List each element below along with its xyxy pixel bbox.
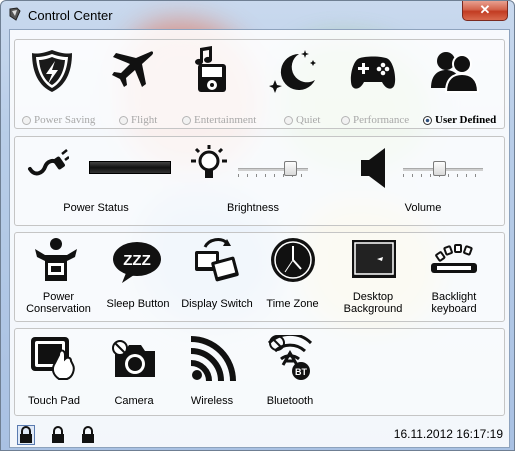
radio-power-saving[interactable]: Power Saving <box>22 114 95 126</box>
volume-label: Volume <box>404 202 442 214</box>
slider-ticks <box>238 174 308 177</box>
music-player-icon[interactable] <box>186 46 236 92</box>
tool-label: Desktop Background <box>343 291 403 315</box>
slider-thumb[interactable] <box>433 161 446 176</box>
device-label: Touch Pad <box>28 395 80 407</box>
radio-label: User Defined <box>435 114 497 126</box>
window-title: Control Center <box>28 8 113 23</box>
radio-performance[interactable]: Performance <box>341 114 409 126</box>
num-lock-icon <box>52 426 64 443</box>
radio-label: Performance <box>353 114 410 126</box>
gamepad-icon[interactable] <box>348 50 398 96</box>
users-icon[interactable] <box>429 48 479 94</box>
control-center-app-icon <box>9 7 21 21</box>
sleep-zzz-icon[interactable]: ZZZ <box>112 239 162 285</box>
moon-stars-icon[interactable] <box>269 48 319 94</box>
power-conservation-icon[interactable] <box>31 237 81 283</box>
power-status-bar <box>89 161 171 174</box>
desktop-background-icon[interactable] <box>349 237 399 283</box>
slider-thumb[interactable] <box>284 161 297 176</box>
radio-label: Power Saving <box>34 114 96 126</box>
touchpad-icon[interactable] <box>29 335 79 381</box>
svg-text:BT: BT <box>295 367 307 377</box>
clock-icon[interactable] <box>268 237 318 283</box>
radio-user-defined[interactable]: User Defined <box>423 114 496 126</box>
status-controls-group: Power Status Brightness Volume <box>14 136 505 226</box>
svg-text:ZZZ: ZZZ <box>123 252 151 269</box>
datetime-display: 16.11.2012 16:17:19 <box>393 427 503 441</box>
tool-label: Backlight keyboard <box>431 291 477 315</box>
power-mode-group: Power Saving Flight Entertainment Quiet … <box>14 39 505 129</box>
tool-label: Power Conservation <box>26 291 91 315</box>
power-plug-icon <box>28 149 69 176</box>
bluetooth-icon[interactable]: BT <box>265 335 315 381</box>
mode-radio-row: Power Saving Flight Entertainment Quiet … <box>15 114 504 128</box>
control-center-window: Control Center ✕ Power Saving Flight Ent… <box>0 0 515 451</box>
brightness-bulb-icon <box>191 145 227 178</box>
radio-button[interactable] <box>423 115 432 125</box>
radio-quiet[interactable]: Quiet <box>284 114 320 126</box>
radio-button[interactable] <box>284 115 293 125</box>
device-label: Bluetooth <box>266 395 314 407</box>
title-bar[interactable]: Control Center ✕ <box>1 1 514 29</box>
status-bar: 16.11.2012 16:17:19 <box>10 418 509 447</box>
brightness-slider[interactable] <box>238 161 308 177</box>
close-button[interactable]: ✕ <box>462 1 508 21</box>
speaker-icon <box>361 148 385 188</box>
backlight-keyboard-icon[interactable] <box>429 239 479 285</box>
camera-icon[interactable] <box>109 337 159 383</box>
device-label: Camera <box>114 395 154 407</box>
airplane-icon[interactable] <box>106 48 156 94</box>
volume-slider[interactable] <box>403 161 483 177</box>
tool-label: Time Zone <box>266 298 319 310</box>
tools-group: ZZZ Power Conservation Sleep Button Disp… <box>14 232 505 322</box>
power-status-label: Power Status <box>63 202 129 214</box>
tool-label: Sleep Button <box>106 298 170 310</box>
radio-button[interactable] <box>182 115 191 125</box>
brightness-label: Brightness <box>227 202 279 214</box>
radio-button[interactable] <box>119 115 128 125</box>
radio-label: Entertainment <box>194 114 257 126</box>
slider-track <box>238 168 308 171</box>
device-label: Wireless <box>190 395 234 407</box>
control-center-panel: Power Saving Flight Entertainment Quiet … <box>9 29 510 448</box>
radio-button[interactable] <box>341 115 350 125</box>
radio-label: Quiet <box>296 114 321 126</box>
scroll-lock-icon <box>82 426 94 443</box>
power-saving-shield-icon[interactable] <box>27 48 77 94</box>
radio-button[interactable] <box>22 115 31 125</box>
radio-flight[interactable]: Flight <box>119 114 157 126</box>
radio-entertainment[interactable]: Entertainment <box>182 114 256 126</box>
wireless-icon[interactable] <box>187 335 237 381</box>
devices-group: BT Touch Pad Camera Wireless Bluetooth <box>14 328 505 416</box>
display-switch-icon[interactable] <box>191 237 241 283</box>
radio-label: Flight <box>131 114 158 126</box>
caps-lock-icon <box>17 425 35 445</box>
tool-label: Display Switch <box>181 298 253 310</box>
